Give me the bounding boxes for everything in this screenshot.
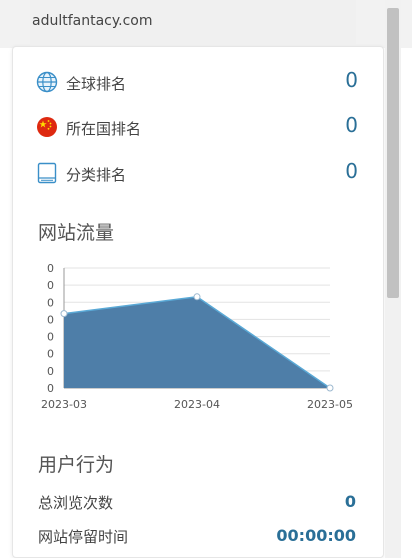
book-icon (36, 162, 58, 184)
rank-label-country: 所在国排名 (66, 120, 142, 138)
rank-label-global: 全球排名 (66, 75, 127, 93)
rank-value-global: 0 (345, 68, 358, 92)
rank-row-country: 所在国排名 0 (36, 113, 358, 143)
scrollbar-thumb[interactable] (387, 8, 399, 298)
stat-label-duration: 网站停留时间 (38, 528, 129, 546)
rank-label-category: 分类排名 (66, 166, 127, 184)
rank-row-global: 全球排名 0 (36, 68, 358, 98)
rank-value-country: 0 (345, 113, 358, 137)
y-tick-label: 0 (47, 313, 54, 326)
y-tick-label: 0 (47, 262, 54, 275)
data-point (326, 384, 334, 392)
y-tick-label: 0 (47, 296, 54, 309)
x-tick-label: 2023-05 (307, 398, 353, 411)
x-tick-label: 2023-04 (174, 398, 220, 411)
traffic-area (64, 296, 330, 388)
y-tick-label: 0 (47, 365, 54, 378)
data-point (193, 293, 201, 301)
traffic-chart: 0 0 0 0 0 0 0 0 2023-03 2023-04 2023-05 (41, 262, 353, 411)
rank-row-category: 分类排名 0 (36, 159, 358, 189)
behavior-section-title: 用户行为 (38, 454, 115, 476)
china-flag-icon (36, 116, 58, 138)
site-domain[interactable]: adultfantacy.com (32, 13, 153, 29)
y-tick-label: 0 (47, 279, 54, 292)
rank-value-category: 0 (345, 159, 358, 183)
traffic-section-title: 网站流量 (38, 222, 115, 244)
stat-label-pageviews: 总浏览次数 (38, 494, 114, 512)
y-tick-label: 0 (47, 348, 54, 361)
stat-value-duration: 00:00:00 (276, 526, 356, 545)
globe-icon (36, 71, 58, 93)
y-tick-label: 0 (47, 382, 54, 395)
top-bar: adultfantacy.com (0, 0, 412, 48)
x-tick-label: 2023-03 (41, 398, 87, 411)
page: adultfantacy.com 全球排名 0 所在国排名 0 分类排名 0 网… (0, 0, 412, 558)
stat-value-pageviews: 0 (344, 492, 356, 511)
data-point (60, 310, 68, 318)
y-tick-label: 0 (47, 331, 54, 344)
